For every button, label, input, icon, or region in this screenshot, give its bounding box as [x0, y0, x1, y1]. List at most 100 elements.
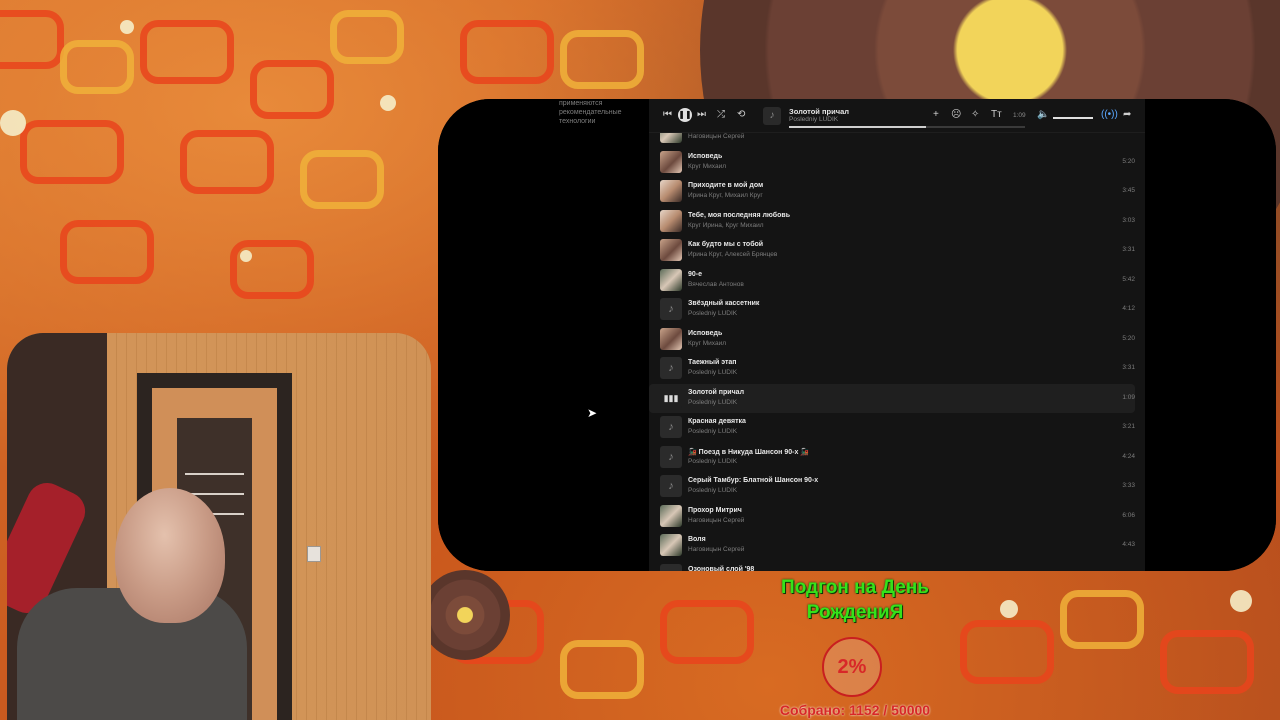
- track-title[interactable]: Озоновый слой '98: [688, 566, 754, 572]
- background-pattern: [20, 120, 124, 184]
- music-note-icon[interactable]: ♪: [660, 563, 682, 571]
- background-pattern: [1060, 590, 1144, 649]
- background-pattern: [300, 150, 384, 209]
- track-row[interactable]: ♪ 🚂 Поезд в Никуда Шансон 90-х 🚂 Posledniy…: [649, 443, 1135, 472]
- track-title[interactable]: Воля: [688, 536, 706, 543]
- track-row[interactable]: Наговицын Сергей: [649, 132, 1135, 147]
- track-cover[interactable]: [660, 239, 682, 261]
- track-row[interactable]: 90-е Вячеслав Антонов 5:42: [649, 266, 1135, 295]
- track-artist[interactable]: Круг Ирина, Круг Михаил: [688, 222, 764, 229]
- recommend-icon[interactable]: ✧: [971, 109, 979, 121]
- track-row[interactable]: Исповедь Круг Михаил 5:20: [649, 148, 1135, 177]
- track-artist[interactable]: Posledniy LUDIK: [688, 458, 737, 465]
- player-bar: ⏮ ❚❚ ⏭ ⤮ ⟲ ♪ Золотой причал Posledniy LU…: [649, 99, 1145, 133]
- webcam-overlay: [7, 333, 431, 720]
- track-row[interactable]: ▮▮▮ Золотой причал Posledniy LUDIK 1:09: [649, 383, 1135, 413]
- track-row[interactable]: ♪ Озоновый слой '98: [649, 561, 1135, 572]
- share-icon[interactable]: ➦: [1123, 109, 1131, 121]
- track-row[interactable]: Как будто мы с тобой Ирина Круг, Алексей …: [649, 236, 1135, 265]
- now-playing-cover[interactable]: ♪: [763, 107, 781, 125]
- track-duration: 5:20: [1122, 334, 1135, 342]
- track-cover[interactable]: [660, 327, 682, 350]
- track-title[interactable]: 90-е: [688, 271, 702, 278]
- track-title[interactable]: Таежный этап: [688, 359, 737, 366]
- prev-icon[interactable]: ⏮: [663, 109, 672, 121]
- background-pattern: [140, 20, 234, 84]
- track-title[interactable]: Звёздный кассетник: [688, 300, 759, 307]
- donation-progress-circle: 2%: [822, 637, 882, 697]
- text-icon[interactable]: Tт: [991, 109, 1002, 121]
- track-cover[interactable]: [660, 209, 682, 232]
- track-cover[interactable]: [660, 150, 682, 173]
- shuffle-icon[interactable]: ⤮: [717, 109, 725, 121]
- repeat-icon[interactable]: ⟲: [737, 109, 745, 121]
- track-artist[interactable]: Наговицын Сергей: [688, 517, 744, 524]
- track-title[interactable]: Красная девятка: [688, 418, 746, 425]
- track-row[interactable]: ♪ Красная девятка Posledniy LUDIK 3:21: [649, 413, 1135, 442]
- pause-icon[interactable]: ❚❚: [678, 108, 692, 122]
- track-artist[interactable]: Ирина Круг, Алексей Брянцев: [688, 251, 777, 258]
- track-row[interactable]: Тебе, моя последняя любовь Круг Ирина, Кр…: [649, 207, 1135, 236]
- music-note-icon[interactable]: ♪: [660, 298, 682, 320]
- track-row[interactable]: Воля Наговицын Сергей 4:43: [649, 531, 1135, 560]
- track-duration: 4:12: [1122, 305, 1135, 312]
- track-duration: 3:31: [1122, 364, 1135, 371]
- track-artist[interactable]: Круг Михаил: [688, 163, 726, 170]
- vinyl-record-graphic: [420, 570, 510, 660]
- music-note-icon[interactable]: ♪: [660, 445, 682, 468]
- track-row[interactable]: ♪ Таежный этап Posledniy LUDIK 3:31: [649, 354, 1135, 383]
- track-artist[interactable]: Posledniy LUDIK: [688, 399, 737, 406]
- music-note-icon[interactable]: ♪: [660, 416, 682, 438]
- track-title[interactable]: Тебе, моя последняя любовь: [688, 212, 790, 219]
- track-duration: 3:31: [1122, 246, 1135, 253]
- next-icon[interactable]: ⏭: [697, 109, 706, 121]
- equalizer-icon[interactable]: ▮▮▮: [660, 386, 682, 409]
- progress-fill: [789, 126, 926, 128]
- paint-splash: [1230, 590, 1252, 612]
- track-row[interactable]: Прохор Митрич Наговицын Сергей 6:06: [649, 502, 1135, 531]
- track-cover[interactable]: [660, 132, 682, 143]
- paint-splash: [120, 20, 134, 34]
- track-cover[interactable]: [660, 534, 682, 556]
- now-playing-artist[interactable]: Posledniy LUDIK: [789, 116, 838, 123]
- track-title[interactable]: Золотой причал: [688, 389, 744, 396]
- track-artist[interactable]: Наговицын Сергей: [688, 546, 744, 553]
- track-title[interactable]: Приходите в мой дом: [688, 182, 763, 189]
- background-pattern: [0, 10, 64, 69]
- track-artist[interactable]: Posledniy LUDIK: [688, 487, 737, 494]
- track-row[interactable]: Приходите в мой дом Ирина Круг, Михаил Кр…: [649, 177, 1135, 206]
- background-pattern: [250, 60, 334, 119]
- track-artist[interactable]: Posledniy LUDIK: [688, 310, 737, 317]
- music-note-icon[interactable]: ♪: [660, 475, 682, 497]
- mute-icon[interactable]: 🔈: [1037, 109, 1049, 121]
- broadcast-icon[interactable]: ((•)): [1101, 109, 1118, 121]
- track-artist[interactable]: Posledniy LUDIK: [688, 369, 737, 376]
- track-title[interactable]: Исповедь: [688, 330, 722, 337]
- streamer-head: [115, 488, 225, 623]
- track-cover[interactable]: [660, 504, 682, 527]
- track-cover[interactable]: [660, 268, 682, 291]
- track-title[interactable]: Прохор Митрич: [688, 507, 742, 514]
- track-row[interactable]: Исповедь Круг Михаил 5:20: [649, 325, 1135, 354]
- track-row[interactable]: ♪ Серый Тамбур: Блатной Шансон 90-х Posled…: [649, 472, 1135, 501]
- track-title[interactable]: Исповедь: [688, 153, 722, 160]
- track-cover[interactable]: [660, 180, 682, 202]
- track-artist[interactable]: Вячеслав Антонов: [688, 281, 744, 288]
- music-note-icon[interactable]: ♪: [660, 357, 682, 379]
- track-artist[interactable]: Круг Михаил: [688, 340, 726, 347]
- paint-splash: [1000, 600, 1018, 618]
- track-artist[interactable]: Наговицын Сергей: [688, 133, 744, 140]
- paint-splash: [380, 95, 396, 111]
- track-title[interactable]: Серый Тамбур: Блатной Шансон 90-х: [688, 477, 818, 484]
- now-playing-title[interactable]: Золотой причал: [789, 107, 849, 116]
- dislike-icon[interactable]: ☹: [951, 109, 961, 121]
- add-icon[interactable]: +: [933, 109, 939, 121]
- volume-slider[interactable]: [1053, 117, 1093, 119]
- track-title[interactable]: 🚂 Поезд в Никуда Шансон 90-х 🚂: [688, 448, 809, 456]
- track-row[interactable]: ♪ Звёздный кассетник Posledniy LUDIK 4:12: [649, 295, 1135, 324]
- progress-bar[interactable]: [789, 126, 1025, 128]
- door-stripe: [185, 473, 244, 475]
- track-title[interactable]: Как будто мы с тобой: [688, 241, 763, 248]
- track-artist[interactable]: Ирина Круг, Михаил Круг: [688, 192, 763, 199]
- track-artist[interactable]: Posledniy LUDIK: [688, 428, 737, 435]
